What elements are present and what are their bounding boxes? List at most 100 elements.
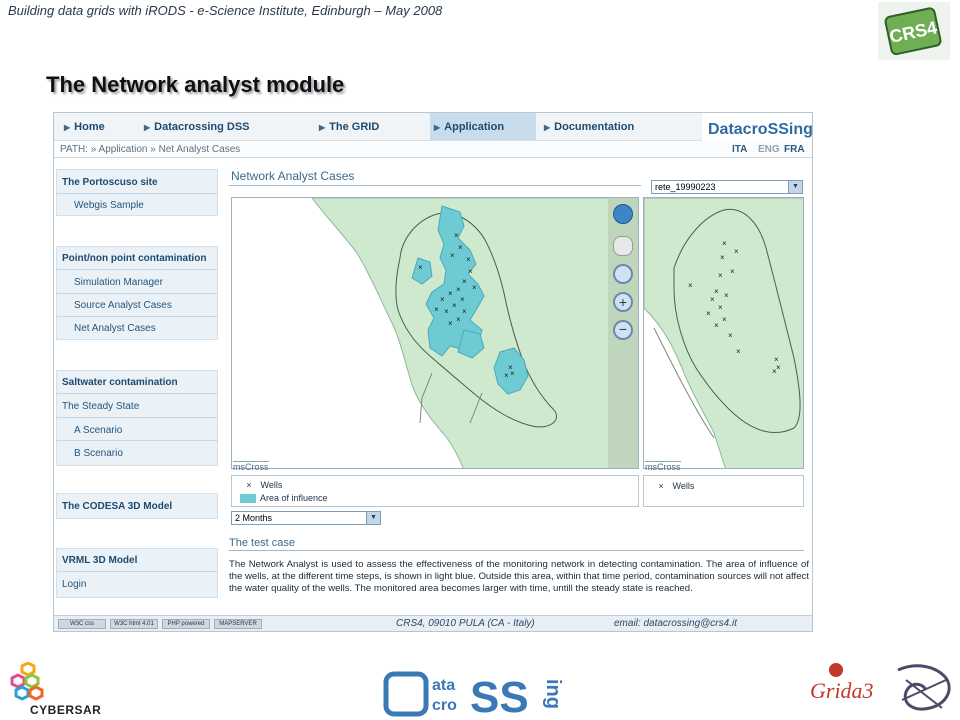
- sidebar-divider: [56, 269, 218, 270]
- sidebar-divider: [56, 440, 218, 441]
- overview-map[interactable]: × × × × × × × × × × × × × × × × × ×: [643, 197, 804, 469]
- map-legend: × Wells Area of influence: [231, 475, 639, 507]
- sidebar-heading[interactable]: VRML 3D Model: [62, 555, 137, 566]
- website-frame: ▶ Home ▶ Datacrossing DSS ▶ The GRID ▶ Appli…: [53, 112, 813, 632]
- cybersar-logo-text: CYBERSAR: [30, 703, 102, 717]
- svg-text:ing: ing: [542, 679, 564, 709]
- svg-text:SS: SS: [470, 673, 529, 720]
- nav-arrow-icon: ▶: [544, 123, 551, 132]
- wells-marker-icon: ×: [658, 481, 664, 491]
- footer-email[interactable]: email: datacrossing@crs4.it: [614, 618, 737, 629]
- svg-text:×: ×: [688, 281, 693, 290]
- sidebar-heading[interactable]: The CODESA 3D Model: [62, 501, 172, 512]
- test-case-title: The test case: [229, 537, 296, 549]
- css-badge[interactable]: W3C css: [58, 619, 106, 629]
- svg-text:×: ×: [462, 277, 467, 286]
- nav-home[interactable]: ▶ Home: [64, 113, 144, 141]
- chevron-down-icon: ▼: [366, 512, 380, 524]
- lang-ita[interactable]: ITA: [732, 144, 747, 155]
- html-badge[interactable]: W3C html 4.01: [110, 619, 158, 629]
- sidebar-item-login[interactable]: Login: [62, 579, 86, 590]
- svg-text:×: ×: [448, 319, 453, 328]
- svg-text:×: ×: [722, 239, 727, 248]
- sidebar-divider: [56, 571, 218, 572]
- title-underline: [229, 185, 641, 186]
- sidebar-item[interactable]: Simulation Manager: [74, 277, 163, 288]
- sidebar-divider: [56, 417, 218, 418]
- svg-text:×: ×: [456, 315, 461, 324]
- nav-arrow-icon: ▶: [144, 123, 151, 132]
- zoom-box-icon[interactable]: [613, 264, 633, 284]
- lang-fra[interactable]: FRA: [784, 144, 805, 155]
- svg-text:ata: ata: [432, 677, 455, 694]
- svg-text:×: ×: [724, 291, 729, 300]
- test-case-text: The Network Analyst is used to assess th…: [229, 559, 809, 594]
- path-bar: PATH: » Application » Net Analyst Cases …: [54, 142, 812, 158]
- mapserver-badge[interactable]: MAPSERVER: [214, 619, 262, 629]
- zoom-in-icon[interactable]: +: [613, 292, 633, 312]
- lang-eng[interactable]: ENG: [758, 144, 780, 155]
- nav-application[interactable]: ▶ Application: [430, 113, 536, 141]
- test-case-underline: [229, 550, 804, 551]
- pan-hand-icon[interactable]: [613, 236, 633, 256]
- svg-text:cro: cro: [432, 697, 457, 714]
- chevron-down-icon: ▼: [788, 181, 802, 193]
- svg-text:×: ×: [730, 267, 735, 276]
- sidebar-item[interactable]: B Scenario: [74, 448, 123, 459]
- svg-text:×: ×: [440, 295, 445, 304]
- php-badge[interactable]: PHP powered: [162, 619, 210, 629]
- globe-icon[interactable]: [613, 204, 633, 224]
- svg-text:×: ×: [510, 369, 515, 378]
- svg-text:×: ×: [714, 321, 719, 330]
- overview-legend-wells-label: Wells: [672, 481, 695, 491]
- svg-text:×: ×: [718, 303, 723, 312]
- network-select[interactable]: rete_19990223 ▼: [651, 180, 803, 194]
- sidebar-item[interactable]: Net Analyst Cases: [74, 323, 156, 334]
- datacrossing-logo-text: DatacroSSing: [708, 121, 812, 138]
- svg-text:×: ×: [460, 295, 465, 304]
- breadcrumb: PATH: » Application » Net Analyst Cases: [60, 144, 241, 155]
- legend-influence-label: Area of influence: [260, 493, 328, 503]
- nav-arrow-icon: ▶: [64, 123, 71, 132]
- zoom-out-icon[interactable]: −: [613, 320, 633, 340]
- overview-credit: msCross: [645, 461, 681, 472]
- svg-text:×: ×: [718, 271, 723, 280]
- footer-address: CRS4, 09010 PULA (CA - Italy): [396, 618, 535, 629]
- svg-text:×: ×: [472, 283, 477, 292]
- svg-text:×: ×: [710, 295, 715, 304]
- svg-text:×: ×: [734, 247, 739, 256]
- svg-text:×: ×: [736, 347, 741, 356]
- sidebar-item[interactable]: The Steady State: [62, 401, 139, 412]
- sidebar-heading[interactable]: Point/non point contamination: [62, 253, 206, 264]
- svg-text:×: ×: [468, 267, 473, 276]
- svg-text:×: ×: [450, 251, 455, 260]
- sidebar-heading[interactable]: The Portoscuso site: [62, 177, 158, 188]
- nav-documentation-label: Documentation: [554, 121, 635, 133]
- sidebar-item[interactable]: A Scenario: [74, 425, 122, 436]
- main-map-canvas[interactable]: ××× ××× ××× ××× ××× ××× ×××: [232, 198, 639, 469]
- nav-documentation[interactable]: ▶ Documentation: [544, 113, 694, 141]
- sidebar-item[interactable]: Source Analyst Cases: [74, 300, 172, 311]
- svg-text:×: ×: [722, 315, 727, 324]
- svg-text:×: ×: [720, 253, 725, 262]
- sidebar-heading[interactable]: Saltwater contamination: [62, 377, 178, 388]
- main-map[interactable]: × × × × × × × × × × × × × × × × × × × × × + −: [231, 197, 639, 469]
- time-step-select[interactable]: 2 Months ▼: [231, 511, 381, 525]
- nav-arrow-icon: ▶: [319, 123, 326, 132]
- sidebar-item[interactable]: Webgis Sample: [74, 200, 144, 211]
- nav-arrow-icon: ▶: [434, 123, 441, 132]
- nav-home-label: Home: [74, 121, 105, 133]
- svg-text:×: ×: [706, 309, 711, 318]
- legend-wells: × Wells: [240, 480, 282, 490]
- sidebar-divider: [56, 193, 218, 194]
- network-select-value: rete_19990223: [655, 182, 716, 192]
- overview-map-canvas: ××× ××× × ×× ××× ××× ×××: [644, 198, 803, 468]
- site-footer: W3C css W3C html 4.01 PHP powered MAPSER…: [54, 615, 812, 631]
- nav-datacrossing-label: Datacrossing DSS: [154, 121, 250, 133]
- nav-datacrossing-dss[interactable]: ▶ Datacrossing DSS: [144, 113, 319, 141]
- nav-the-grid[interactable]: ▶ The GRID: [319, 113, 429, 141]
- svg-text:×: ×: [462, 307, 467, 316]
- nav-grid-label: The GRID: [329, 121, 380, 133]
- svg-text:×: ×: [776, 363, 781, 372]
- svg-text:×: ×: [434, 305, 439, 314]
